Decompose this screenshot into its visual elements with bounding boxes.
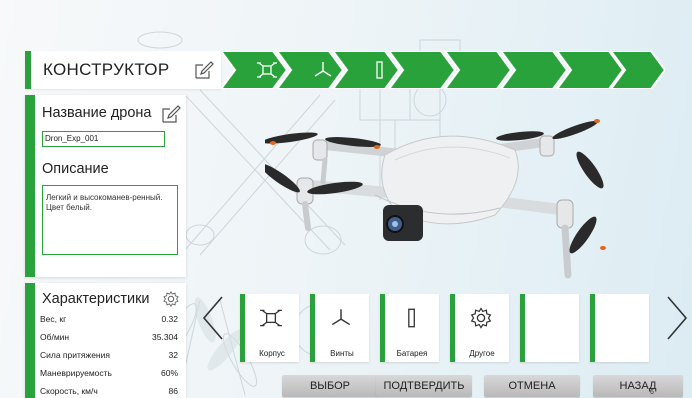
spec-value: 35.304: [152, 331, 178, 342]
spec-label: Об/мин: [40, 331, 70, 342]
description-heading: Описание: [42, 161, 109, 177]
spec-row: Маневрируемость 60%: [40, 365, 178, 380]
gear-icon[interactable]: [162, 290, 180, 308]
spec-value: 86: [168, 385, 178, 396]
specs-panel: Характеристики Вес, кг 0.32 Об/мин 35.30…: [25, 283, 186, 398]
spec-row: Скорость, км/ч 86: [40, 383, 178, 398]
spec-value: 32: [168, 349, 178, 360]
carousel-prev-button[interactable]: [200, 295, 226, 341]
spec-label: Скорость, км/ч: [40, 385, 98, 396]
carousel-next-button[interactable]: [664, 295, 690, 341]
drone-name-field[interactable]: Dron_Exp_001: [42, 131, 165, 147]
part-card-empty[interactable]: [590, 294, 649, 362]
spec-label: Вес, кг: [40, 313, 67, 324]
part-card-label: Винты: [330, 349, 354, 358]
cancel-button[interactable]: ОТМЕНА: [484, 375, 580, 397]
edit-icon[interactable]: [193, 59, 215, 81]
battery-icon[interactable]: [368, 59, 390, 81]
part-card-frame[interactable]: Корпус: [240, 294, 299, 362]
propeller-icon[interactable]: [312, 59, 334, 81]
spec-label: Сила притяжения: [40, 349, 110, 360]
propeller-icon: [331, 309, 351, 326]
header-bar: КОНСТРУКТОР: [25, 51, 665, 89]
page-number: 6: [650, 389, 654, 396]
frame-icon: [260, 309, 282, 327]
spec-row: Сила притяжения 32: [40, 347, 178, 362]
title-box: КОНСТРУКТОР: [25, 51, 221, 89]
confirm-button[interactable]: ПОДТВЕРДИТЬ: [376, 375, 472, 397]
back-button[interactable]: НАЗАД: [593, 375, 683, 397]
part-card-propellers[interactable]: Винты: [310, 294, 369, 362]
step-chevrons: [221, 51, 665, 89]
spec-value: 0.32: [161, 313, 178, 324]
page-title: КОНСТРУКТОР: [43, 60, 170, 79]
edit-icon[interactable]: [160, 103, 182, 125]
specs-heading: Характеристики: [42, 291, 150, 307]
spec-label: Маневрируемость: [40, 367, 112, 378]
part-card-label: Корпус: [259, 349, 285, 358]
spec-row: Об/мин 35.304: [40, 329, 178, 344]
battery-icon: [408, 308, 415, 328]
description-field[interactable]: Легкий и высокоманев-ренный. Цвет белый.: [42, 185, 178, 255]
drone-info-panel: Название дрона Dron_Exp_001 Описание Лег…: [25, 95, 186, 277]
select-button[interactable]: ВЫБОР: [282, 375, 378, 397]
part-card-empty[interactable]: [520, 294, 579, 362]
part-card-battery[interactable]: Батарея: [380, 294, 439, 362]
name-heading: Название дрона: [42, 105, 152, 121]
gear-icon: [470, 307, 492, 329]
frame-icon[interactable]: [256, 59, 278, 81]
spec-value: 60%: [160, 367, 178, 378]
part-card-other[interactable]: Другое: [450, 294, 509, 362]
spec-row: Вес, кг 0.32: [40, 311, 178, 326]
part-card-label: Батарея: [396, 349, 428, 358]
part-card-label: Другое: [469, 349, 495, 358]
drone-image: [265, 119, 606, 279]
